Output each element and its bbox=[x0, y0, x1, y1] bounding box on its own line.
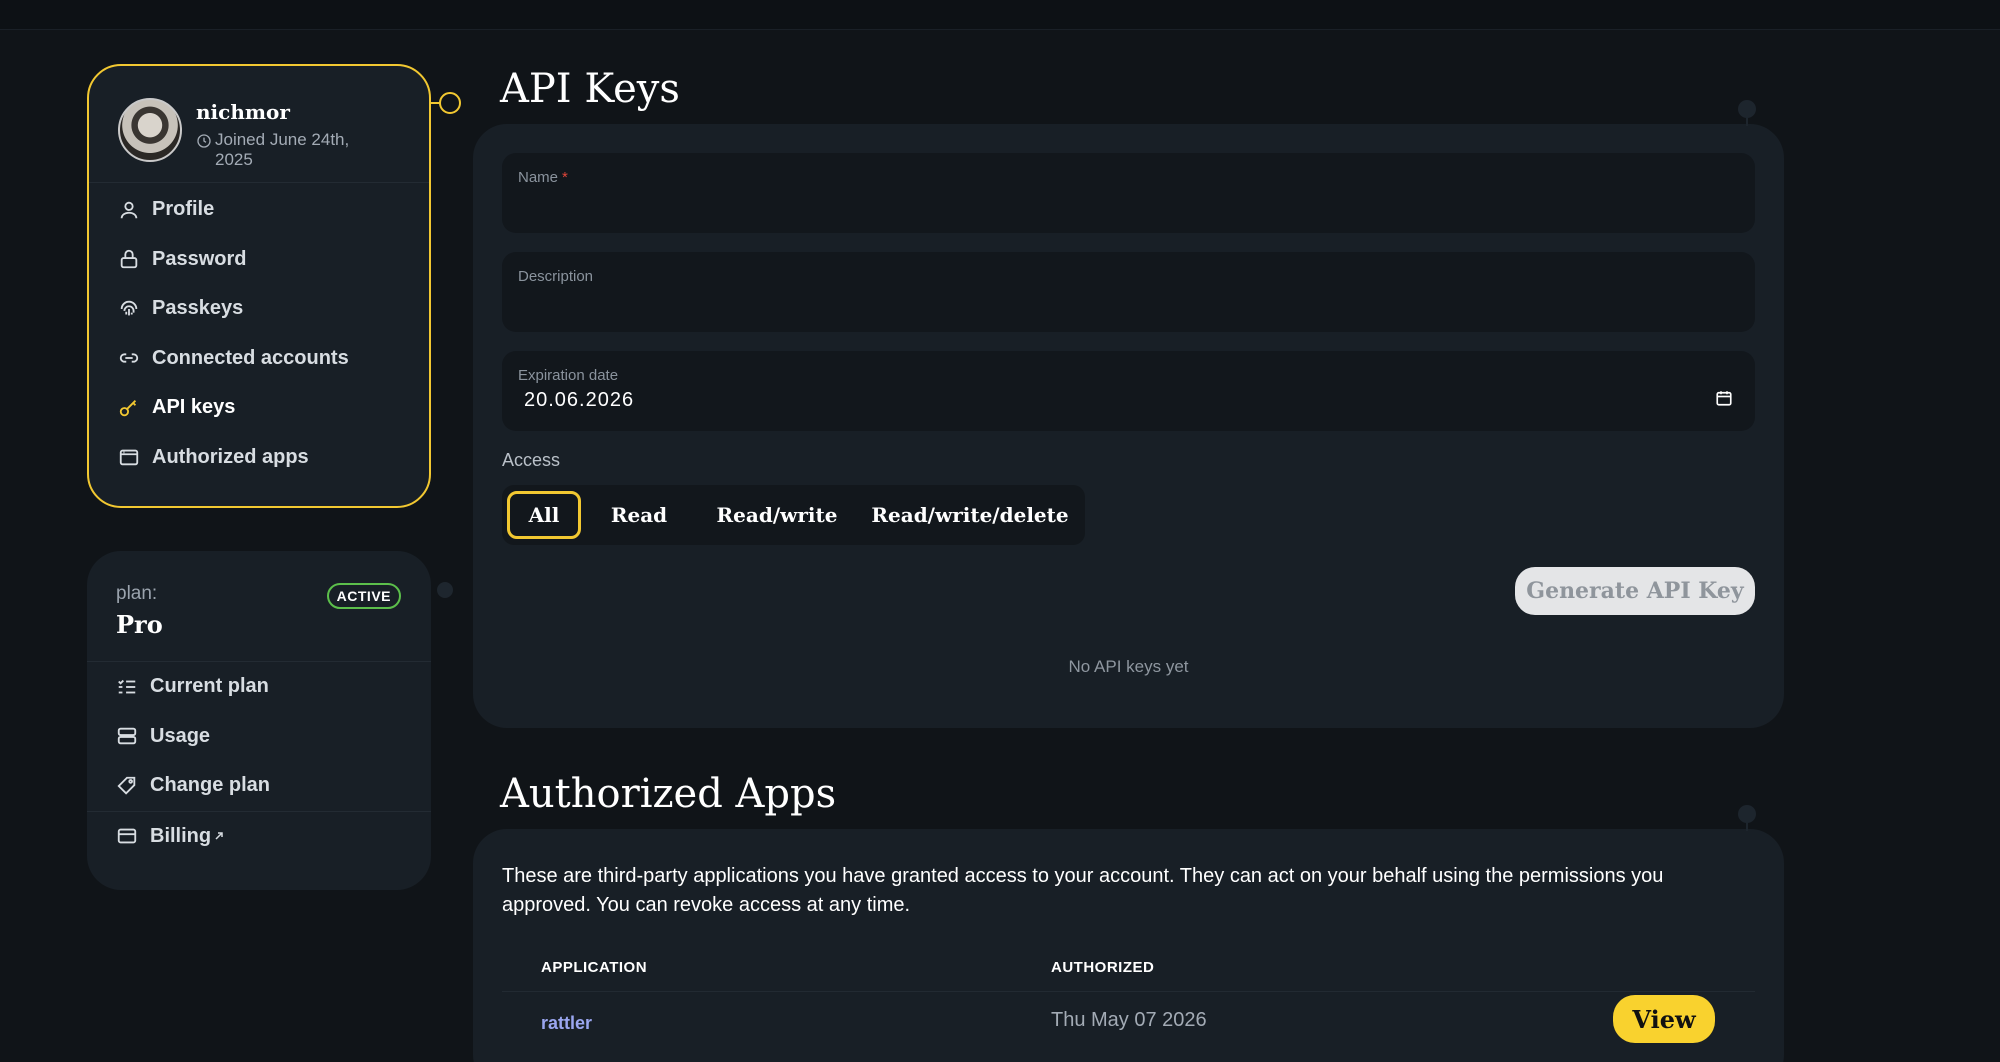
nav-label: Billing bbox=[150, 824, 212, 847]
description-field[interactable]: Description bbox=[502, 252, 1755, 332]
name-field[interactable]: Name * bbox=[502, 153, 1755, 233]
view-button[interactable]: View bbox=[1613, 995, 1715, 1043]
nav-item-current-plan[interactable]: Current plan bbox=[116, 662, 460, 712]
connector-knob bbox=[1738, 805, 1756, 823]
connector-dot bbox=[437, 582, 453, 598]
link-icon bbox=[119, 353, 139, 363]
nav-item-profile[interactable]: Profile bbox=[118, 185, 349, 235]
nav-label: Change plan bbox=[150, 774, 271, 797]
divider bbox=[87, 810, 431, 812]
authorized-apps-panel: These are third-party applications you h… bbox=[473, 805, 1784, 1062]
nav-label: Profile bbox=[152, 198, 215, 221]
username: nichmor bbox=[196, 100, 290, 124]
account-card: nichmor Joined June 24th, 2025 Profile P… bbox=[87, 64, 461, 508]
plan-name: Pro bbox=[116, 610, 163, 639]
authorized-date: Thu May 07 2026 bbox=[1051, 1009, 1207, 1031]
lock-icon bbox=[120, 250, 138, 269]
avatar[interactable] bbox=[118, 98, 182, 162]
description-label: Description bbox=[518, 268, 594, 285]
api-keys-title: API Keys bbox=[500, 66, 680, 112]
list-check-icon bbox=[118, 679, 136, 694]
nav-item-api-keys[interactable]: API keys bbox=[118, 383, 349, 433]
empty-state: No API keys yet bbox=[1068, 657, 1189, 676]
clock-icon bbox=[197, 134, 211, 148]
plan-nav: Current plan Usage Change plan Billing bbox=[87, 662, 460, 862]
nav-label: Authorized apps bbox=[152, 445, 309, 468]
nav-label: Connected accounts bbox=[152, 346, 349, 369]
app-name-link[interactable]: rattler bbox=[541, 1013, 592, 1034]
connector-knob bbox=[439, 92, 461, 114]
access-option-read-write[interactable]: Read/write bbox=[697, 491, 857, 539]
key-icon bbox=[119, 399, 137, 416]
nav-label: API keys bbox=[152, 396, 236, 419]
user-icon bbox=[120, 201, 138, 219]
generate-api-key-button[interactable]: Generate API Key bbox=[1515, 567, 1755, 615]
user-header: nichmor Joined June 24th, 2025 bbox=[118, 98, 366, 170]
nav-item-password[interactable]: Password bbox=[118, 235, 349, 285]
access-option-read[interactable]: Read bbox=[581, 491, 697, 539]
nav-label: Passkeys bbox=[152, 297, 244, 320]
external-link-icon bbox=[215, 832, 223, 840]
expiration-label: Expiration date bbox=[518, 367, 619, 384]
top-bar bbox=[0, 0, 2000, 30]
plan-card: plan: Pro ACTIVE Current plan Usage Chan… bbox=[87, 551, 453, 890]
access-option-all[interactable]: All bbox=[507, 491, 581, 539]
column-header-authorized: AUTHORIZED bbox=[1051, 959, 1155, 976]
nav-item-connected-accounts[interactable]: Connected accounts bbox=[118, 334, 349, 384]
expiration-value: 20.06.2026 bbox=[524, 389, 635, 411]
plan-label: plan: bbox=[116, 583, 158, 604]
joined-date: Joined June 24th, 2025 bbox=[196, 130, 366, 170]
server-icon bbox=[117, 728, 137, 745]
table-divider bbox=[502, 991, 1755, 992]
nav-label: Password bbox=[152, 247, 247, 270]
status-badge: ACTIVE bbox=[326, 583, 401, 609]
window-icon bbox=[119, 449, 139, 466]
credit-card-icon bbox=[117, 828, 137, 844]
nav-label: Current plan bbox=[150, 675, 269, 698]
access-segmented-control: All Read Read/write Read/write/delete bbox=[502, 485, 1085, 545]
nav-label: Usage bbox=[150, 724, 211, 747]
authorized-apps-title: Authorized Apps bbox=[500, 771, 837, 817]
access-label: Access bbox=[502, 450, 561, 470]
access-option-read-write-delete[interactable]: Read/write/delete bbox=[857, 491, 1083, 539]
authorized-apps-description: These are third-party applications you h… bbox=[502, 865, 1664, 916]
nav-item-usage[interactable]: Usage bbox=[116, 712, 460, 762]
joined-text: Joined June 24th, 2025 bbox=[215, 130, 350, 169]
calendar-icon[interactable] bbox=[1715, 389, 1733, 407]
api-keys-panel: Name * Description Expiration date 20.06.… bbox=[473, 100, 1784, 728]
divider bbox=[89, 182, 429, 183]
fingerprint-icon bbox=[120, 300, 138, 316]
column-header-application: APPLICATION bbox=[541, 959, 648, 976]
nav-item-billing[interactable]: Billing bbox=[116, 812, 460, 862]
nav-item-authorized-apps[interactable]: Authorized apps bbox=[118, 433, 349, 483]
nav-item-change-plan[interactable]: Change plan bbox=[116, 761, 460, 811]
name-label: Name * bbox=[518, 169, 568, 186]
required-mark: * bbox=[562, 169, 568, 186]
account-nav: Profile Password Passkeys Connected acco… bbox=[118, 185, 349, 482]
tag-icon bbox=[117, 776, 136, 795]
connector-knob bbox=[1738, 100, 1756, 118]
expiration-date-field[interactable]: Expiration date 20.06.2026 bbox=[502, 351, 1755, 431]
nav-item-passkeys[interactable]: Passkeys bbox=[118, 284, 349, 334]
